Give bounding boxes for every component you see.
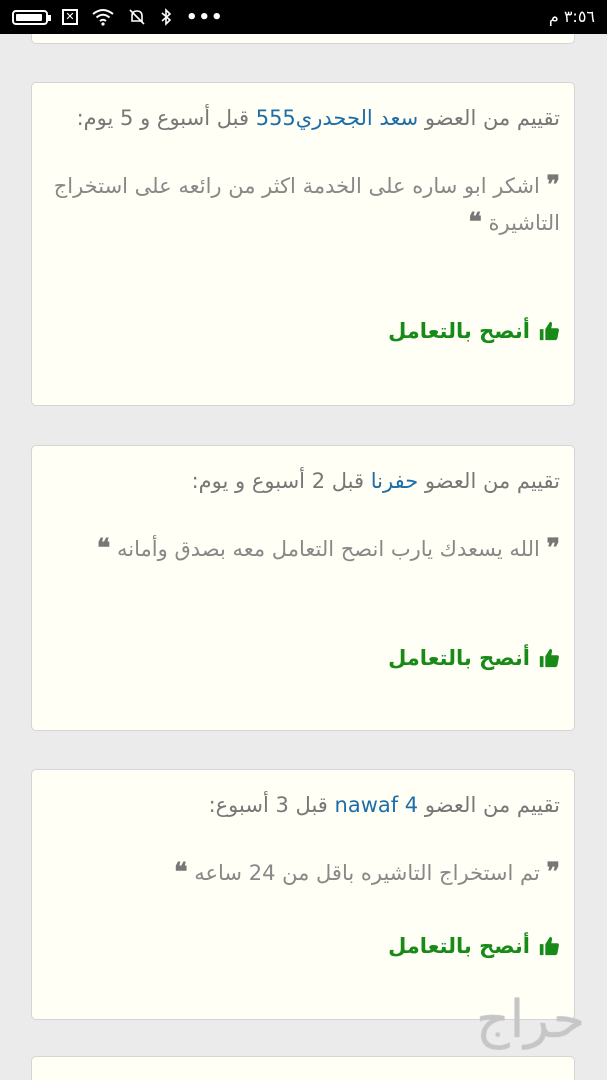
- review-body: الله يسعدك يارب انصح التعامل معه بصدق وأ…: [117, 537, 540, 561]
- battery-icon: [12, 9, 51, 25]
- review-card: تقييم من العضو سعد الجحدري555 قبل أسبوع …: [31, 82, 575, 406]
- wifi-icon: [92, 9, 114, 26]
- quote-close-icon: ❝: [468, 207, 482, 236]
- watermark-logo: حراج: [476, 990, 585, 1050]
- quote-close-icon: ❝: [174, 857, 188, 886]
- review-header: تقييم من العضو حفرنا قبل 2 أسبوع و يوم:: [46, 464, 560, 498]
- quote-close-icon: ❝: [96, 533, 111, 562]
- member-link[interactable]: سعد الجحدري555: [256, 106, 418, 130]
- recommend-label: أنصح بالتعامل: [388, 319, 560, 343]
- review-header: تقييم من العضو سعد الجحدري555 قبل أسبوع …: [46, 101, 560, 135]
- review-text: ❞ تم استخراج التاشيره باقل من 24 ساعه ❝: [46, 854, 560, 891]
- review-text: ❞ الله يسعدك يارب انصح التعامل معه بصدق …: [46, 530, 560, 567]
- notifications-off-icon: [129, 9, 145, 25]
- review-date: قبل 3 أسبوع:: [208, 793, 328, 817]
- recommend-text: أنصح بالتعامل: [388, 934, 530, 958]
- sim-icon: ✕: [62, 9, 78, 25]
- member-link[interactable]: حفرنا: [371, 469, 418, 493]
- thumbs-up-icon: [539, 321, 559, 341]
- review-date: قبل أسبوع و 5 يوم:: [76, 106, 250, 130]
- quote-open-icon: ❞: [546, 857, 560, 886]
- clock: ٣:٥٦ م: [548, 7, 595, 26]
- member-link[interactable]: nawaf 4: [335, 793, 419, 817]
- review-card-partial-top: [31, 34, 575, 44]
- bluetooth-icon: [161, 8, 172, 26]
- review-body: اشكر ابو ساره على الخدمة اكثر من رائعه ع…: [53, 174, 560, 235]
- status-bar: ✕ ••• ٣:٥٦ م: [0, 0, 607, 34]
- recommend-label: أنصح بالتعامل: [388, 934, 560, 958]
- review-prefix: تقييم من العضو: [424, 469, 560, 493]
- review-prefix: تقييم من العضو: [424, 106, 560, 130]
- review-date: قبل 2 أسبوع و يوم:: [191, 469, 365, 493]
- review-body: تم استخراج التاشيره باقل من 24 ساعه: [194, 861, 540, 885]
- review-prefix: تقييم من العضو: [424, 793, 560, 817]
- more-dots-icon: •••: [186, 6, 224, 28]
- recommend-text: أنصح بالتعامل: [388, 319, 530, 343]
- reviews-list[interactable]: تقييم من العضو سعد الجحدري555 قبل أسبوع …: [0, 34, 607, 1080]
- recommend-text: أنصح بالتعامل: [388, 646, 530, 670]
- review-text: ❞ اشكر ابو ساره على الخدمة اكثر من رائعه…: [46, 167, 560, 241]
- thumbs-up-icon: [539, 648, 559, 668]
- quote-open-icon: ❞: [546, 533, 560, 562]
- recommend-label: أنصح بالتعامل: [388, 646, 560, 670]
- review-header: تقييم من العضو nawaf 4 قبل 3 أسبوع:: [46, 788, 560, 822]
- review-card: تقييم من العضو nawaf 4 قبل 3 أسبوع: ❞ تم…: [31, 769, 575, 1020]
- review-card: تقييم من العضو حفرنا قبل 2 أسبوع و يوم: …: [31, 445, 575, 731]
- thumbs-up-icon: [539, 936, 559, 956]
- quote-open-icon: ❞: [546, 170, 560, 199]
